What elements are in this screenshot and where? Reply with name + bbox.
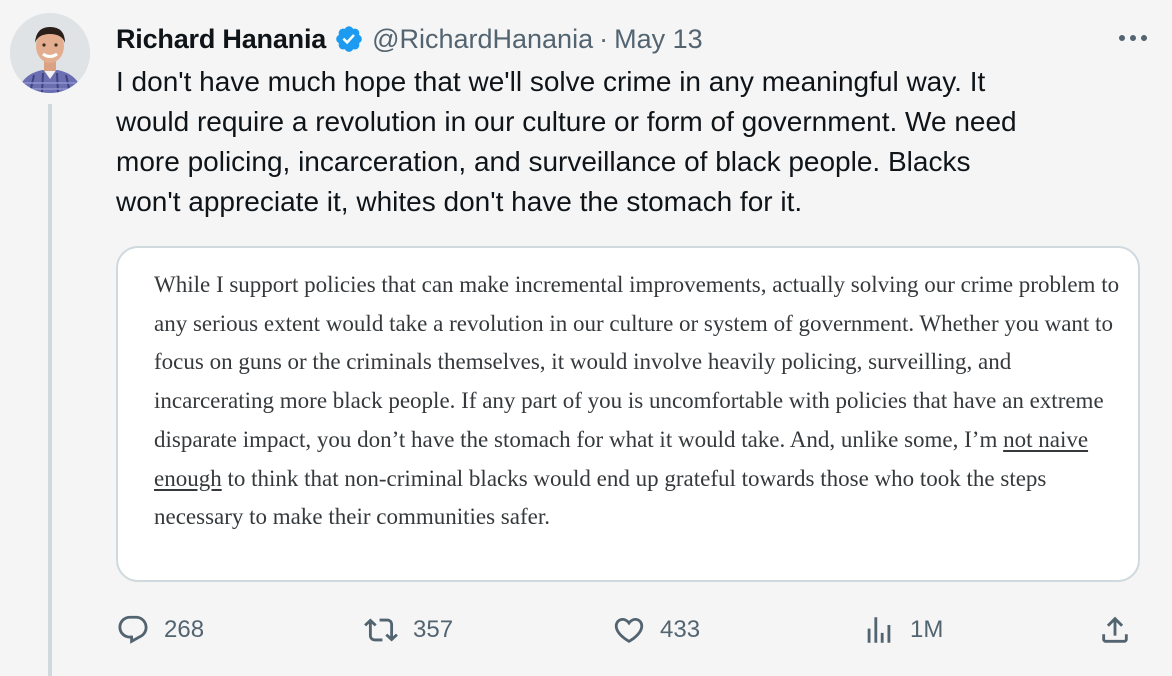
share-button[interactable] bbox=[1098, 608, 1132, 652]
more-icon[interactable] bbox=[1116, 26, 1150, 50]
share-icon bbox=[1098, 613, 1132, 647]
tweet-header: Richard Hanania @RichardHanania · May 13 bbox=[116, 20, 703, 58]
action-bar: 268 357 433 1M bbox=[116, 608, 1146, 652]
like-count: 433 bbox=[660, 616, 701, 643]
heart-icon bbox=[612, 613, 646, 647]
author-name[interactable]: Richard Hanania bbox=[116, 24, 326, 55]
quoted-text-before: While I support policies that can make i… bbox=[154, 272, 1120, 452]
retweet-icon bbox=[363, 613, 399, 647]
reply-button[interactable]: 268 bbox=[116, 608, 204, 652]
views-button[interactable]: 1M bbox=[862, 608, 943, 652]
avatar-image bbox=[10, 13, 90, 93]
thread-line bbox=[48, 104, 52, 676]
verified-badge-icon bbox=[334, 24, 364, 54]
tweet-text: I don't have much hope that we'll solve … bbox=[116, 66, 1017, 217]
quoted-excerpt[interactable]: While I support policies that can make i… bbox=[116, 246, 1140, 582]
retweet-count: 357 bbox=[413, 616, 454, 643]
like-button[interactable]: 433 bbox=[612, 608, 700, 652]
reply-icon bbox=[116, 613, 150, 647]
views-count: 1M bbox=[910, 616, 944, 643]
avatar[interactable] bbox=[10, 13, 90, 93]
views-icon bbox=[862, 613, 896, 647]
author-handle[interactable]: @RichardHanania bbox=[372, 24, 593, 55]
tweet-date[interactable]: May 13 bbox=[614, 24, 703, 55]
retweet-button[interactable]: 357 bbox=[363, 608, 453, 652]
quoted-text-after: to think that non-criminal blacks would … bbox=[154, 465, 1047, 530]
quoted-text: While I support policies that can make i… bbox=[154, 266, 1124, 537]
reply-count: 268 bbox=[164, 616, 205, 643]
header-separator: · bbox=[599, 23, 609, 54]
